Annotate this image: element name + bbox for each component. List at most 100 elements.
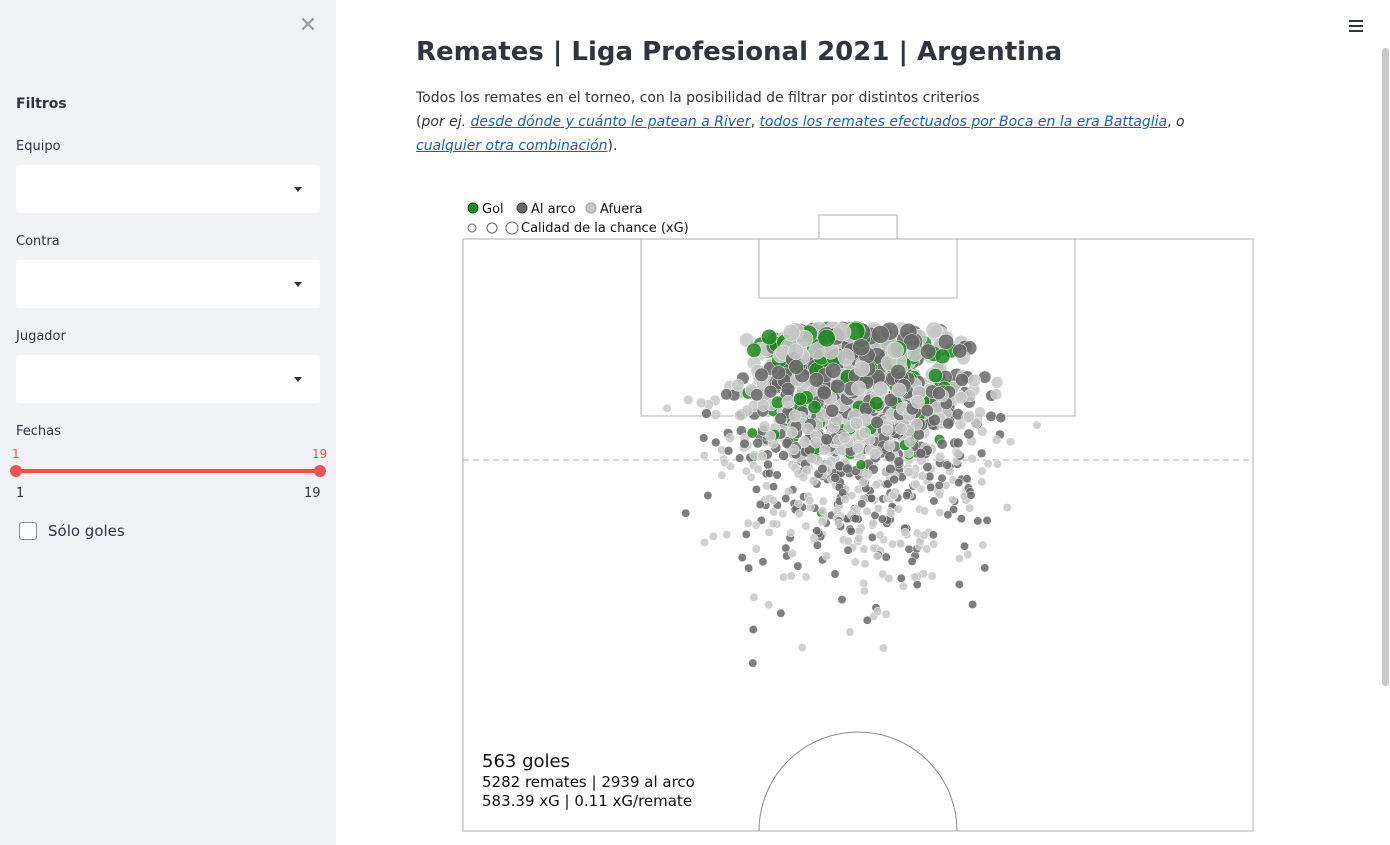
shot-point (701, 408, 712, 419)
sidebar: ✕ Filtros Equipo Contra Jugador Fechas 1… (0, 0, 336, 845)
shot-point (798, 472, 809, 483)
shot-point (806, 453, 817, 465)
fechas-low-value: 1 (12, 447, 20, 461)
shot-point (955, 554, 964, 563)
other-combination-link[interactable]: cualquier otra combinación (416, 138, 608, 154)
shot-point (751, 484, 761, 494)
solo-goles-label[interactable]: Sólo goles (48, 522, 125, 540)
river-link[interactable]: desde dónde y cuánto le patean a River (471, 114, 751, 130)
shot-point (778, 509, 788, 519)
legend-al-arco-marker (516, 202, 528, 214)
shot-point (955, 373, 969, 387)
shot-point (851, 514, 861, 524)
shot-point (862, 615, 872, 625)
shot-point (993, 459, 1002, 469)
shot-point (962, 411, 975, 423)
shot-point (845, 627, 855, 637)
shot-point (818, 496, 828, 506)
goal-area (758, 238, 958, 299)
shot-point (977, 477, 987, 487)
shot-point (982, 515, 992, 525)
page-scrollbar[interactable] (1382, 48, 1389, 686)
fechas-low-handle[interactable] (10, 465, 22, 477)
shot-point (818, 506, 828, 516)
legend-size-large (505, 221, 519, 235)
shot-point (877, 514, 887, 524)
equipo-select[interactable] (16, 165, 320, 213)
shot-point (764, 600, 774, 610)
summary-shots: 5282 remates | 2939 al arco (482, 773, 695, 791)
shot-point (842, 463, 853, 474)
shot-point (830, 569, 840, 579)
shot-point (960, 541, 969, 551)
shot-point (871, 480, 881, 490)
shot-point (797, 643, 807, 652)
shot-point (866, 493, 876, 503)
close-icon[interactable]: ✕ (298, 15, 318, 37)
shot-point (798, 436, 811, 448)
hamburger-icon[interactable] (1349, 20, 1363, 34)
shot-point (825, 403, 840, 418)
shot-point (734, 409, 746, 422)
jugador-select[interactable] (16, 355, 320, 403)
shot-point (889, 490, 899, 500)
shot-point (967, 453, 977, 464)
shot-point (741, 529, 751, 539)
shot-point (896, 573, 906, 583)
shot-point (898, 581, 908, 591)
shot-point (776, 608, 786, 618)
fechas-high-handle[interactable] (314, 465, 326, 477)
shot-point (743, 518, 753, 528)
shot-point (963, 550, 973, 560)
shot-point (772, 470, 782, 480)
legend-size-medium (486, 222, 498, 234)
shot-point (942, 460, 952, 470)
shot-point (936, 438, 948, 450)
shot-point (703, 491, 713, 500)
shot-point (793, 391, 808, 407)
shot-point (934, 490, 944, 500)
chevron-down-icon (294, 187, 302, 192)
fechas-slider-track[interactable] (16, 469, 320, 473)
page-description: Todos los remates en el torneo, con la p… (416, 86, 1236, 158)
shot-point (980, 563, 990, 573)
shot-point (758, 420, 771, 433)
shot-point (781, 494, 791, 503)
shot-point (744, 563, 754, 573)
shot-point (801, 521, 811, 531)
por-ej-text: por ej. (421, 114, 467, 130)
shot-point (868, 518, 878, 528)
shot-point (977, 466, 987, 476)
shot-point (922, 544, 932, 554)
summary-xg: 583.39 xG | 0.11 xG/remate (482, 792, 692, 810)
shot-point (786, 528, 796, 538)
shot-point (794, 498, 804, 508)
shot-point (834, 518, 844, 528)
shot-point (894, 504, 904, 514)
contra-label: Contra (16, 234, 60, 249)
shot-point (855, 459, 867, 471)
shot-point (778, 450, 789, 461)
shot-point (912, 580, 922, 590)
boca-battaglia-link[interactable]: todos los remates efectuados por Boca en… (759, 114, 1167, 130)
separator: , (1167, 114, 1172, 130)
shot-point (966, 490, 976, 500)
shot-point (873, 607, 883, 616)
shot-point (919, 530, 929, 540)
shot-point (768, 495, 778, 505)
solo-goles-checkbox[interactable] (19, 522, 37, 540)
shot-point (763, 459, 773, 470)
shot-point (937, 333, 955, 350)
shot-point (748, 625, 758, 634)
shot-point (881, 609, 891, 619)
shot-point (748, 658, 758, 668)
shot-point (764, 430, 777, 442)
shot-point (934, 451, 946, 463)
shot-point (801, 572, 811, 582)
shot-point (900, 527, 910, 537)
shot-point (859, 578, 869, 588)
contra-select[interactable] (16, 260, 320, 308)
shot-point (943, 510, 953, 520)
shot-point (952, 448, 963, 459)
shot-point (753, 464, 763, 474)
